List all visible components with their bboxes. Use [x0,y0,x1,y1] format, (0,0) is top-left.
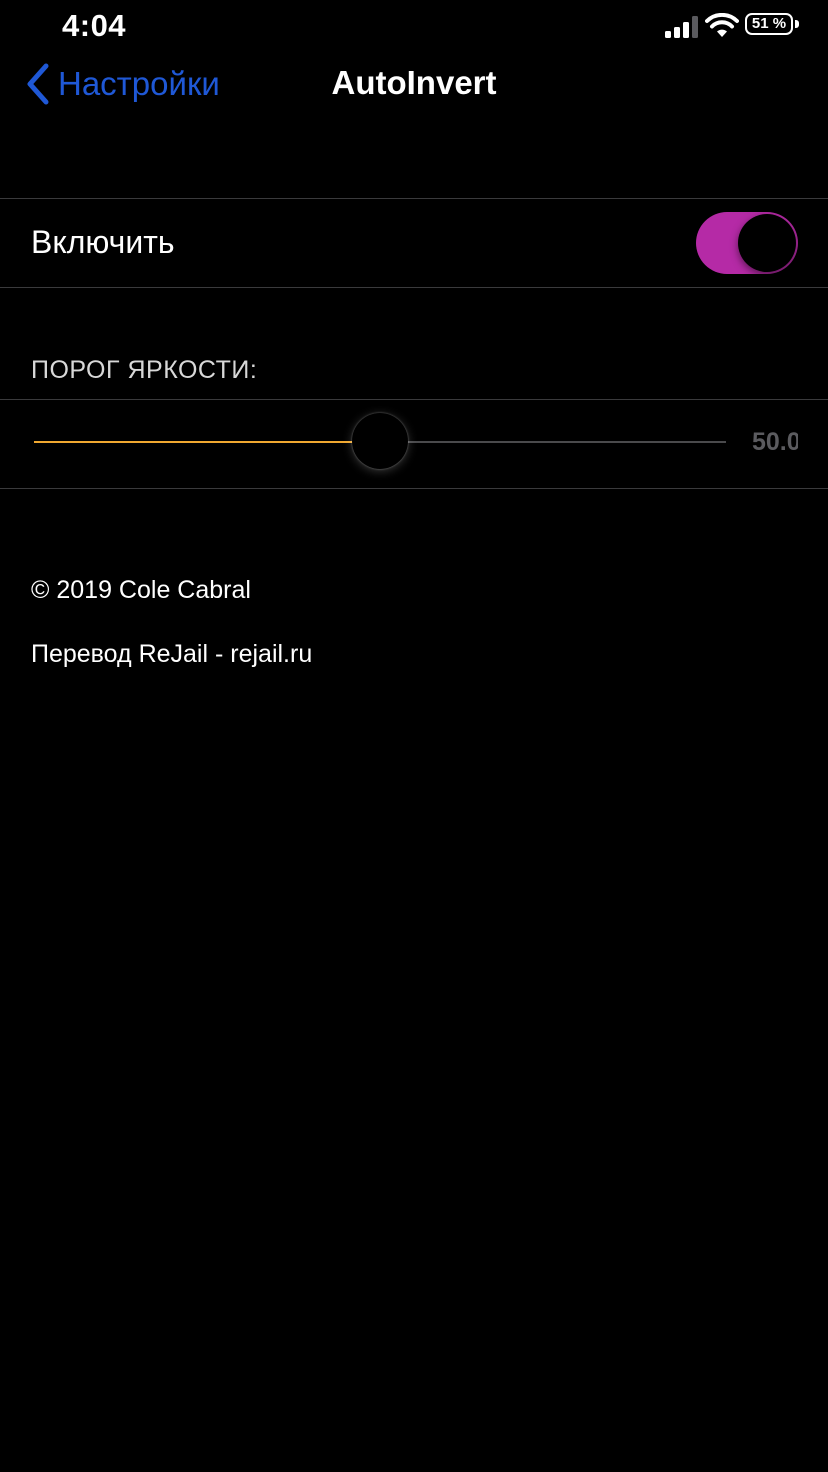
divider [0,287,828,288]
signal-icon [665,16,698,38]
page-title: AutoInvert [331,64,497,101]
toggle-knob [738,214,796,272]
translation-credit: Перевод ReJail - rejail.ru [31,640,313,668]
enable-label: Включить [31,224,175,260]
wifi-icon [705,13,739,37]
divider [0,399,828,400]
slider-thumb[interactable] [352,413,408,469]
divider [0,198,828,199]
slider-value: 50.0 [752,428,798,456]
status-time: 4:04 [62,8,127,43]
section-header-brightness: ПОРОГ ЯРКОСТИ: [31,356,258,384]
enable-toggle[interactable] [696,212,798,274]
battery-icon: 51 % [745,13,801,39]
divider [0,488,828,489]
brightness-slider[interactable] [34,412,726,472]
battery-percent: 51 % [751,15,787,32]
battery-tip [795,20,799,28]
status-bar: 4:04 51 % [0,0,828,56]
copyright-text: © 2019 Cole Cabral [31,576,251,604]
slider-fill [34,441,380,443]
slider-value-container: 50.0 [752,428,798,460]
